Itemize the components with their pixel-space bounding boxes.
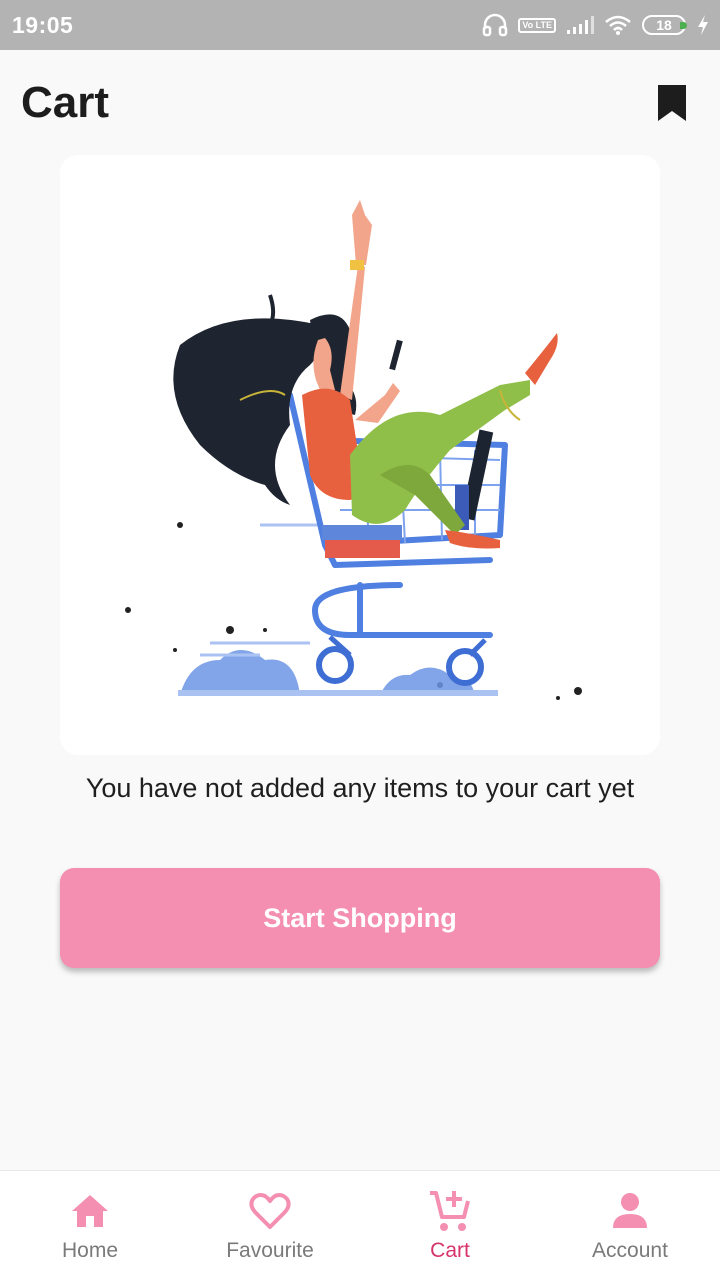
empty-cart-illustration [60,155,660,755]
bookmark-button[interactable] [652,78,692,128]
status-bar: 19:05 Vo LTE 18 [0,0,720,50]
start-shopping-button[interactable]: Start Shopping [60,868,660,968]
nav-label-cart: Cart [430,1239,470,1262]
nav-label-account: Account [592,1239,668,1262]
bookmark-icon [658,84,686,121]
page-title: Cart [21,77,110,127]
nav-item-cart[interactable]: Cart [360,1171,540,1280]
nav-item-home[interactable]: Home [0,1171,180,1280]
nav-label-home: Home [61,1239,119,1262]
cart-plus-icon [428,1189,472,1233]
bottom-navigation: Home Favourite Cart Account [0,1170,720,1280]
home-icon [68,1189,112,1233]
status-time: 19:05 [12,11,74,38]
empty-cart-message: You have not added any items to your car… [85,773,635,803]
nav-item-favourite[interactable]: Favourite [180,1171,360,1280]
wifi-icon [604,14,632,36]
heart-icon [248,1189,292,1233]
headphones-icon [482,13,508,37]
person-icon [608,1189,652,1233]
charging-icon [696,14,710,36]
status-icons: Vo LTE 18 [482,13,710,37]
nav-label-favourite: Favourite [226,1239,314,1262]
signal-icon [566,15,594,35]
header: Cart [0,50,720,155]
volte-icon: Vo LTE [518,17,556,33]
nav-item-account[interactable]: Account [540,1171,720,1280]
battery-icon: 18 [642,15,687,35]
